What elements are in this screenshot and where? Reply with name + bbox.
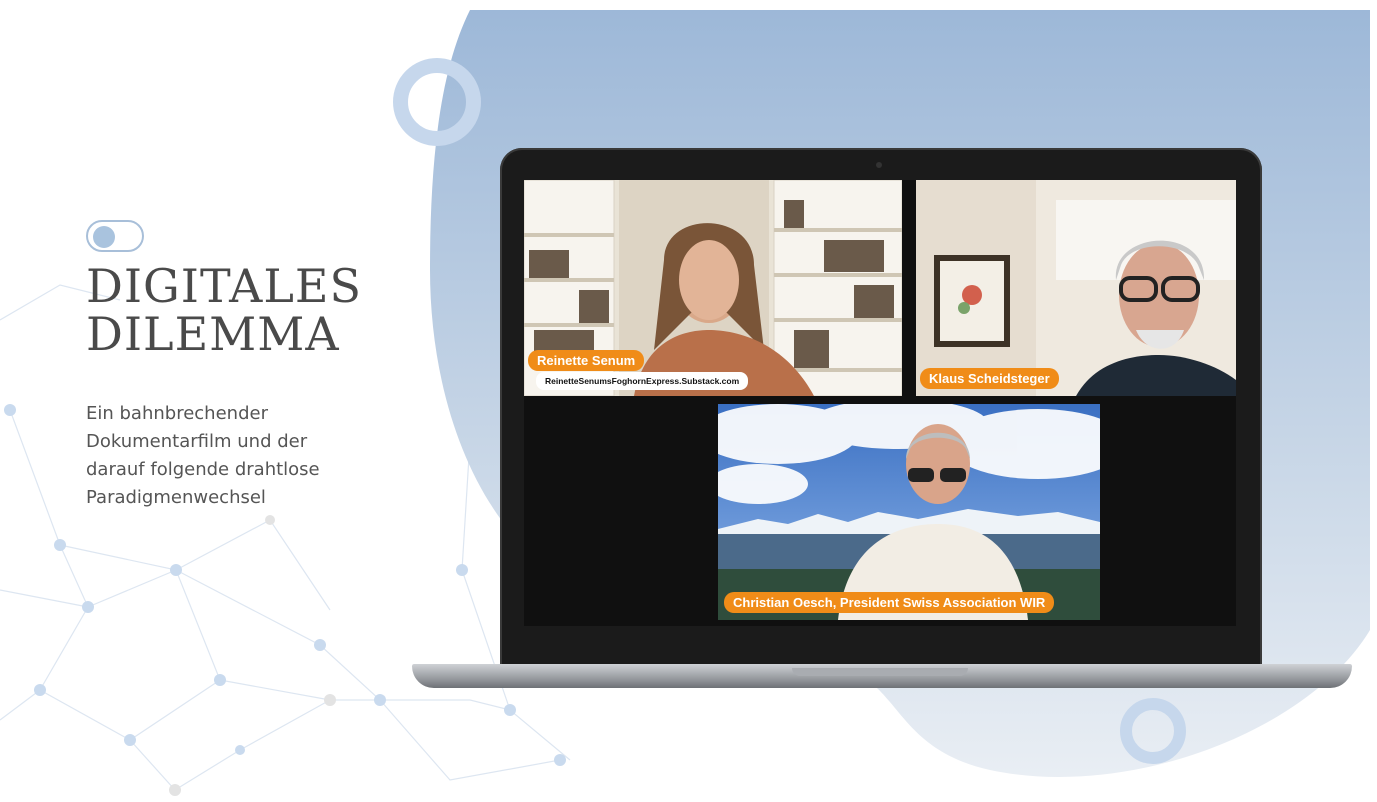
subtitle-line: Dokumentarfilm und der: [86, 431, 308, 452]
slide-title: DIGITALES DILEMMA: [86, 262, 406, 358]
decorative-ring: [393, 58, 481, 146]
subtitle-line: darauf folgende drahtlose: [86, 459, 320, 480]
slide-subtitle: Ein bahnbrechender Dokumentarfilm und de…: [86, 400, 386, 512]
laptop-opening-notch: [792, 668, 968, 676]
participant-name-tag: Reinette Senum: [528, 350, 645, 371]
participant-name-tag: Christian Oesch, President Swiss Associa…: [724, 592, 1055, 613]
toggle-switch[interactable]: [86, 220, 144, 252]
participant-url-tag: ReinetteSenumsFoghornExpress.Substack.co…: [536, 372, 749, 390]
title-line: DILEMMA: [86, 307, 340, 361]
participant-name-tag: Klaus Scheidsteger: [920, 368, 1059, 389]
video-tile-christian[interactable]: Christian Oesch, President Swiss Associa…: [718, 404, 1100, 620]
mountain-scene: [718, 404, 1100, 620]
camera-icon: [876, 162, 882, 168]
toggle-knob: [93, 226, 115, 248]
title-line: DIGITALES: [86, 259, 362, 313]
video-tile-reinette[interactable]: Reinette Senum ReinetteSenumsFoghornExpr…: [524, 180, 902, 396]
subtitle-line: Ein bahnbrechender: [86, 403, 268, 424]
decorative-ring: [1120, 698, 1186, 764]
video-tile-klaus[interactable]: Klaus Scheidsteger: [916, 180, 1236, 396]
subtitle-line: Paradigmenwechsel: [86, 487, 266, 508]
video-call-screen: Reinette Senum ReinetteSenumsFoghornExpr…: [524, 180, 1236, 626]
room-scene: [916, 180, 1236, 396]
